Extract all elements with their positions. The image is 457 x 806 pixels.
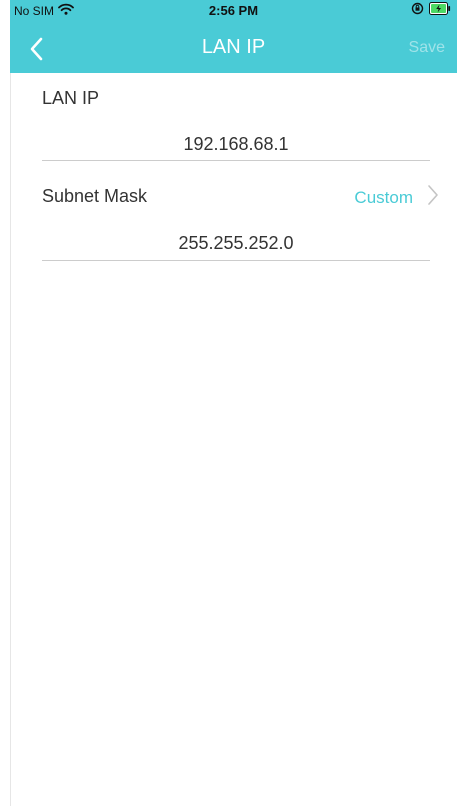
orientation-lock-icon — [411, 2, 424, 18]
status-indicators — [411, 2, 451, 18]
screen: No SIM 2:56 PM LAN IP Save LAN IP 192.16… — [0, 0, 457, 806]
page-title: LAN IP — [201, 36, 266, 58]
chevron-right-icon — [427, 184, 439, 211]
save-button[interactable]: Save — [409, 39, 445, 57]
lan-ip-input[interactable] — [42, 134, 430, 155]
lan-ip-label: LAN IP — [42, 88, 100, 108]
lan-ip-underline — [42, 160, 430, 161]
battery-charging-icon — [429, 2, 451, 18]
subnet-mask-mode: Custom — [354, 187, 413, 207]
subnet-mask-label: Subnet Mask — [42, 186, 148, 206]
header: No SIM 2:56 PM LAN IP Save — [10, 0, 457, 73]
status-bar: No SIM 2:56 PM — [10, 0, 457, 20]
subnet-mask-mode-selector[interactable]: Custom — [354, 184, 439, 211]
subnet-mask-input[interactable] — [42, 233, 430, 254]
subnet-mask-underline — [42, 260, 430, 261]
clock: 2:56 PM — [208, 3, 259, 18]
navigation-bar: LAN IP Save — [10, 26, 457, 70]
left-edge-divider — [10, 0, 11, 806]
